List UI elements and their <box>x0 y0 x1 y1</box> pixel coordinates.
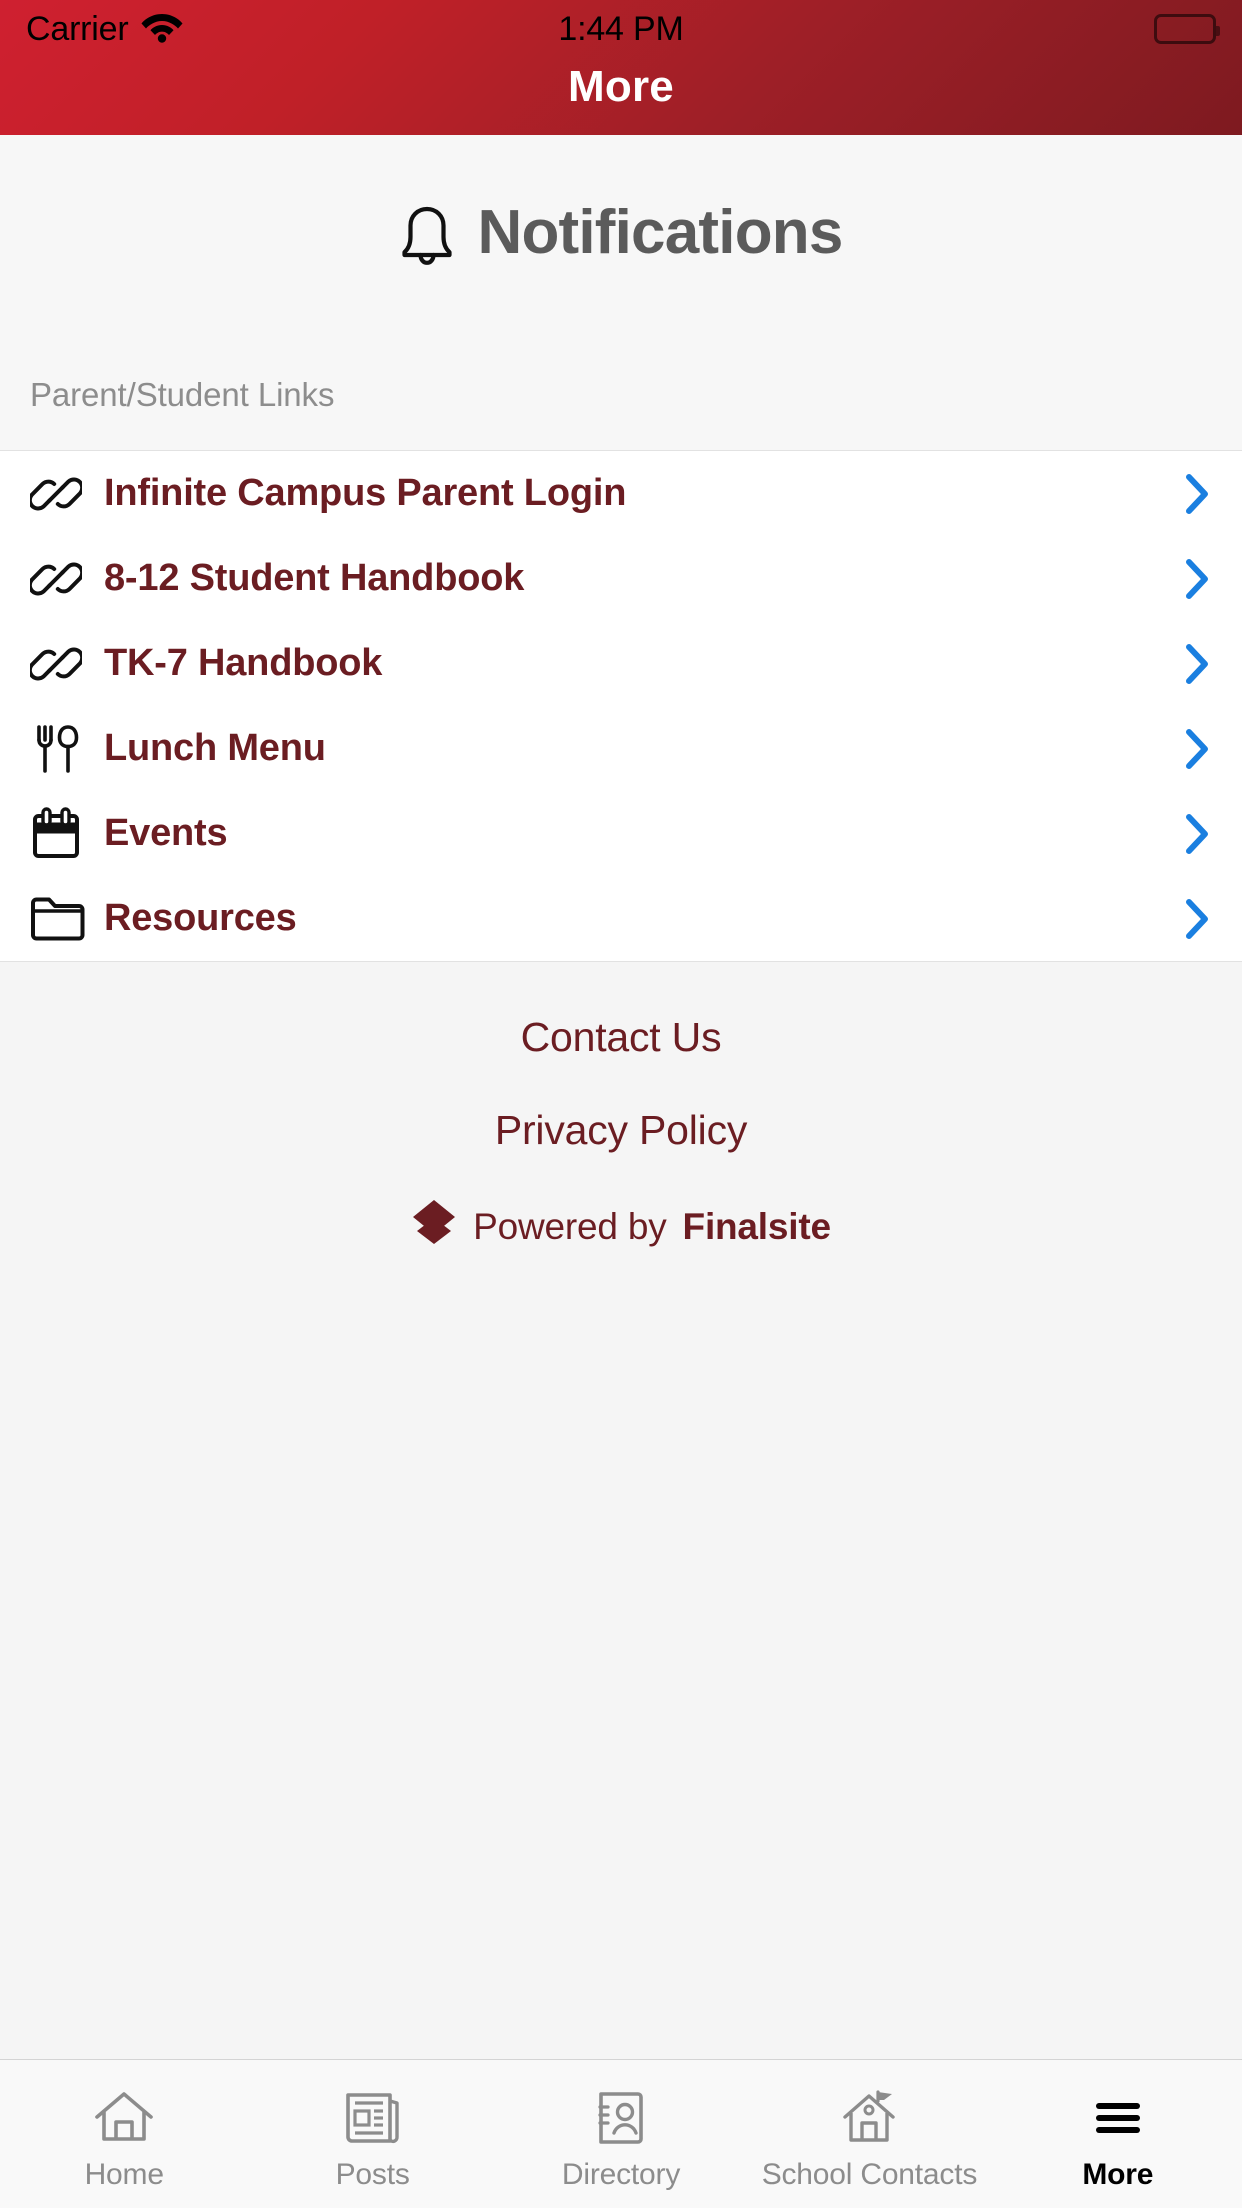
links-list: Infinite Campus Parent Login 8-12 Studen… <box>0 450 1242 962</box>
battery-full-icon <box>1154 14 1221 44</box>
status-bar-right <box>684 14 1221 44</box>
calendar-icon <box>30 806 104 862</box>
school-house-icon <box>838 2086 900 2150</box>
powered-by-prefix: Powered by <box>473 1205 667 1247</box>
list-item-label: TK-7 Handbook <box>104 642 383 684</box>
app-screen: Carrier 1:44 PM More Notifications Paren… <box>0 0 1242 2208</box>
tab-label: Home <box>84 2158 164 2191</box>
list-item-tk-7-handbook[interactable]: TK-7 Handbook <box>0 621 1242 706</box>
tab-posts[interactable]: Posts <box>248 2060 496 2208</box>
tab-more[interactable]: More <box>994 2060 1242 2208</box>
finalsite-logo-icon <box>411 1198 457 1255</box>
page-title: More <box>568 62 674 111</box>
list-item-events[interactable]: Events <box>0 791 1242 876</box>
home-icon <box>93 2086 155 2150</box>
status-bar-left: Carrier <box>26 11 558 48</box>
status-bar-clock: 1:44 PM <box>558 9 684 48</box>
link-icon <box>30 468 104 520</box>
hamburger-menu-icon <box>1087 2086 1149 2150</box>
list-item-resources[interactable]: Resources <box>0 876 1242 961</box>
chevron-right-icon[interactable] <box>1170 727 1210 771</box>
wifi-icon <box>141 11 183 48</box>
finalsite-brand-name: Finalsite <box>682 1205 831 1247</box>
list-item-8-12-student-handbook[interactable]: 8-12 Student Handbook <box>0 536 1242 621</box>
notifications-title: Notifications <box>477 198 843 267</box>
chevron-right-icon[interactable] <box>1170 472 1210 516</box>
chevron-right-icon[interactable] <box>1170 897 1210 941</box>
tab-home[interactable]: Home <box>0 2060 248 2208</box>
carrier-label: Carrier <box>26 10 129 48</box>
chevron-right-icon[interactable] <box>1170 812 1210 856</box>
list-item-lunch-menu[interactable]: Lunch Menu <box>0 706 1242 791</box>
content-scroll-area[interactable]: Notifications Parent/Student Links Infin… <box>0 135 1242 2059</box>
tab-school-contacts[interactable]: School Contacts <box>745 2060 993 2208</box>
contact-us-link[interactable]: Contact Us <box>521 1014 722 1061</box>
list-item-label: Resources <box>104 897 297 939</box>
list-item-label: Lunch Menu <box>104 727 326 769</box>
list-item-label: 8-12 Student Handbook <box>104 557 525 599</box>
tab-label: Posts <box>335 2158 410 2191</box>
utensils-icon <box>30 721 104 777</box>
section-header-parent-student-links: Parent/Student Links <box>0 330 1242 450</box>
link-icon <box>30 553 104 605</box>
chevron-right-icon[interactable] <box>1170 557 1210 601</box>
powered-by-finalsite[interactable]: Powered by Finalsite <box>411 1198 831 1255</box>
privacy-policy-link[interactable]: Privacy Policy <box>495 1107 748 1154</box>
list-item-label: Events <box>104 812 228 854</box>
list-item-infinite-campus-parent-login[interactable]: Infinite Campus Parent Login <box>0 451 1242 536</box>
tab-label: More <box>1082 2158 1154 2191</box>
list-item-label: Infinite Campus Parent Login <box>104 472 627 514</box>
tab-label: School Contacts <box>761 2158 978 2191</box>
bell-icon <box>399 200 455 266</box>
notifications-heading: Notifications <box>0 135 1242 330</box>
newspaper-icon <box>342 2086 404 2150</box>
link-icon <box>30 638 104 690</box>
footer: Contact Us Privacy Policy Powered by Fin… <box>0 962 1242 2059</box>
bottom-tab-bar: Home Posts Directory School Contacts Mor… <box>0 2059 1242 2208</box>
status-bar: Carrier 1:44 PM <box>0 0 1242 58</box>
nav-header: Carrier 1:44 PM More <box>0 0 1242 135</box>
contact-card-icon <box>590 2086 652 2150</box>
chevron-right-icon[interactable] <box>1170 642 1210 686</box>
tab-label: Directory <box>561 2158 681 2191</box>
tab-directory[interactable]: Directory <box>497 2060 745 2208</box>
folder-icon <box>30 895 104 943</box>
